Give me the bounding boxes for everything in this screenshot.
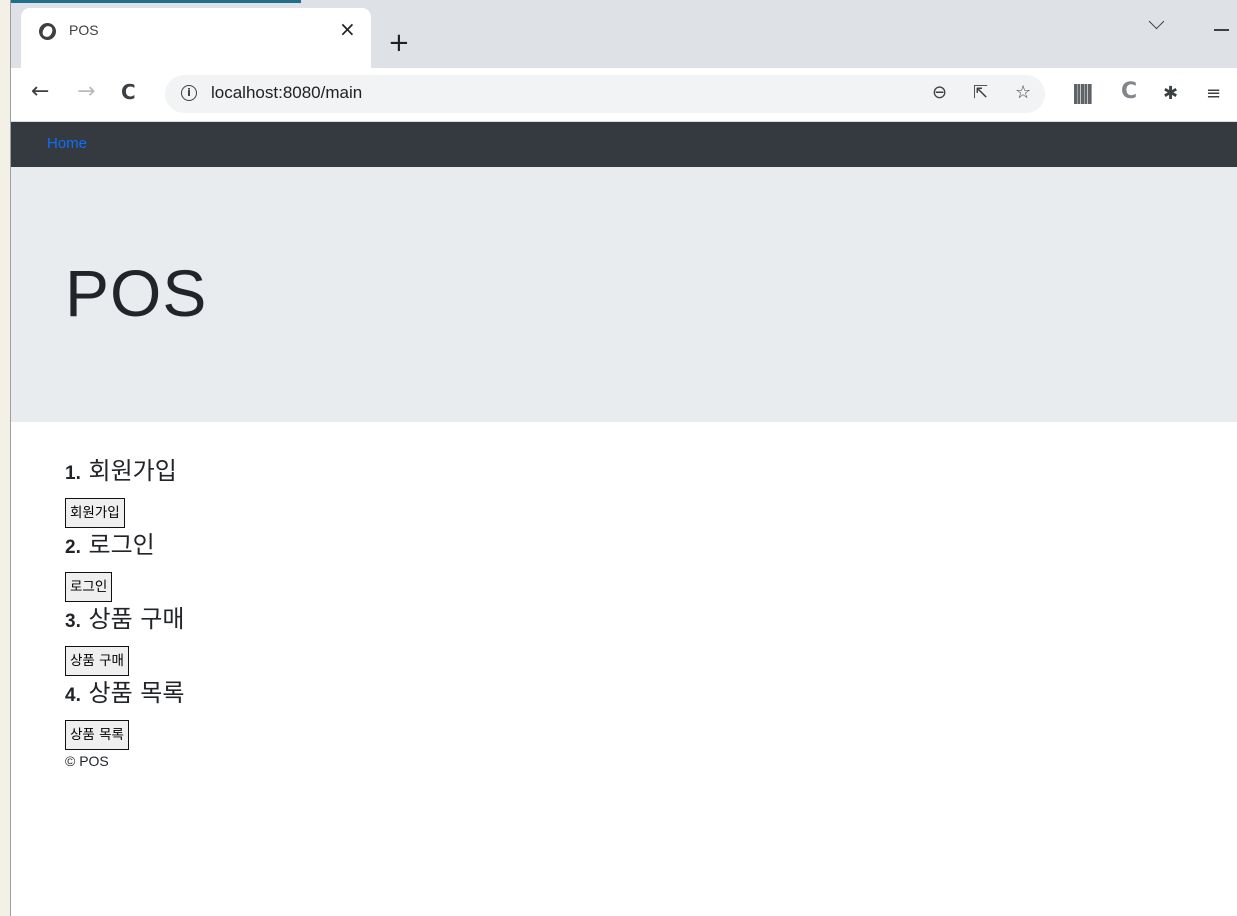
nav-home-link[interactable]: Home xyxy=(47,135,87,152)
tab-title: POS xyxy=(69,22,99,38)
page-title: POS xyxy=(65,256,208,330)
jumbotron: POS xyxy=(11,167,1237,422)
browser-toolbar: ← → C i localhost:8080/main ⊖ ⇱ ☆ C ✱ ≡ xyxy=(11,68,1237,122)
section-number: 1. xyxy=(65,463,81,484)
forward-arrow-icon[interactable]: → xyxy=(77,80,95,104)
share-icon[interactable]: ⇱ xyxy=(973,82,988,104)
section-title: 로그인 xyxy=(88,531,155,559)
tab-pos[interactable]: POS × xyxy=(21,8,371,68)
back-arrow-icon[interactable]: ← xyxy=(31,80,49,104)
section-heading-login: 2. 로그인 xyxy=(65,529,184,561)
c-extension-icon[interactable]: C xyxy=(1121,80,1137,104)
new-tab-icon[interactable]: + xyxy=(388,30,410,56)
address-bar[interactable]: i localhost:8080/main ⊖ ⇱ ☆ xyxy=(165,75,1045,113)
browser-window: POS × + ← → C i localhost:8080/main ⊖ ⇱ … xyxy=(10,0,1237,916)
section-title: 회원가입 xyxy=(88,457,177,485)
section-number: 4. xyxy=(65,685,81,706)
section-heading-product-list: 4. 상품 목록 xyxy=(65,677,184,709)
purchase-button[interactable]: 상품 구매 xyxy=(65,646,129,676)
product-list-button[interactable]: 상품 목록 xyxy=(65,720,129,750)
bookmark-star-icon[interactable]: ☆ xyxy=(1015,82,1031,104)
site-navbar: Home xyxy=(11,122,1237,167)
section-heading-signup: 1. 회원가입 xyxy=(65,455,184,487)
section-number: 2. xyxy=(65,537,81,558)
main-content: 1. 회원가입 회원가입 2. 로그인 로그인 3. 상품 구매 상품 구매 4… xyxy=(65,455,184,769)
globe-icon xyxy=(39,23,56,40)
close-tab-icon[interactable]: × xyxy=(339,19,356,39)
login-button[interactable]: 로그인 xyxy=(65,572,113,602)
section-title: 상품 구매 xyxy=(88,605,185,633)
puzzle-extensions-icon[interactable]: ✱ xyxy=(1163,82,1178,106)
reading-list-icon[interactable]: ≡ xyxy=(1206,82,1221,106)
footer-copyright: © POS xyxy=(65,753,109,769)
tab-strip: POS × + xyxy=(11,0,1237,68)
signup-button[interactable]: 회원가입 xyxy=(65,498,125,528)
chevron-down-icon[interactable] xyxy=(1148,13,1165,30)
minimize-icon[interactable] xyxy=(1214,29,1229,31)
url-text[interactable]: localhost:8080/main xyxy=(211,83,362,103)
barcode-extension-icon[interactable] xyxy=(1074,84,1092,104)
zoom-icon[interactable]: ⊖ xyxy=(932,82,947,104)
reload-icon[interactable]: C xyxy=(121,80,136,104)
window-accent xyxy=(11,0,301,3)
info-icon[interactable]: i xyxy=(181,85,197,101)
section-title: 상품 목록 xyxy=(88,679,185,707)
section-number: 3. xyxy=(65,611,81,632)
section-heading-purchase: 3. 상품 구매 xyxy=(65,603,184,635)
